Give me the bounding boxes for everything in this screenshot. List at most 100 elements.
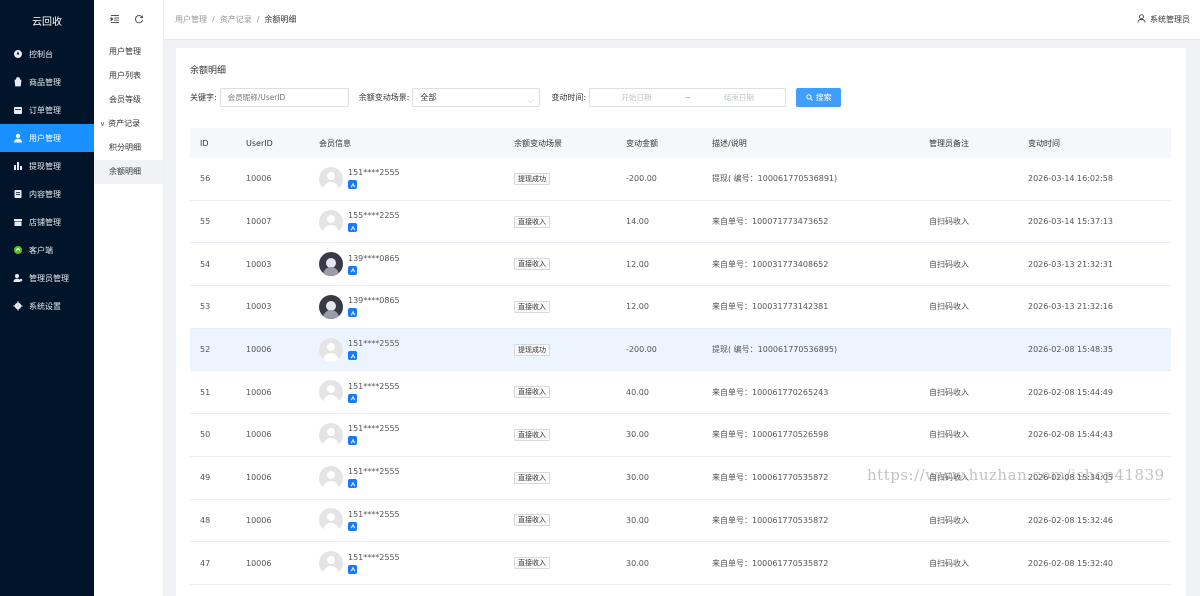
cell-id: 52: [200, 345, 211, 355]
table-row[interactable]: 47 10006 151****2555 直接收入 30.00 来自单号：10006177…: [190, 542, 1171, 585]
start-date-input[interactable]: 开始日期: [590, 92, 683, 103]
member-info: 151****2555: [348, 382, 400, 403]
scene-tag: 提现成功: [514, 343, 550, 356]
submenu-group[interactable]: ∨ 资产记录: [94, 112, 163, 136]
sidebar-item[interactable]: 提现管理: [0, 152, 94, 180]
table-row[interactable]: 55 10007 155****2255 直接收入 14.00 来自单号：10007177…: [190, 201, 1171, 244]
cell-time: 2026-03-14 16:02:58: [1028, 174, 1113, 184]
cell-time: 2026-02-08 15:32:46: [1028, 515, 1113, 525]
submenu-item[interactable]: 积分明细: [94, 136, 163, 160]
cell-member: 139****0865: [319, 252, 514, 277]
sidebar-item[interactable]: 内容管理: [0, 180, 94, 208]
cell-id: 48: [200, 515, 211, 525]
table-row[interactable]: 53 10003 139****0865 直接收入 12.00 来自单号：10003177…: [190, 286, 1171, 329]
sidebar-item[interactable]: 用户管理: [0, 124, 94, 152]
sidebar-item[interactable]: 店铺管理: [0, 208, 94, 236]
sidebar-item[interactable]: 商品管理: [0, 68, 94, 96]
cell-userid: 10003: [246, 302, 272, 312]
cell-time: 2026-02-08 15:48:35: [1028, 345, 1113, 355]
cell-member: 151****2555: [319, 465, 514, 490]
collapse-menu-icon[interactable]: [110, 14, 120, 26]
member-info: 151****2555: [348, 510, 400, 531]
shop-icon: [13, 217, 23, 227]
member-phone: 139****0865: [348, 296, 400, 306]
header: 用户管理 / 资产记录 / 余额明细 系统管理员: [164, 0, 1200, 40]
cell-userid: 10006: [246, 430, 272, 440]
member-phone: 151****2555: [348, 424, 400, 434]
cell-time: 2026-03-14 15:37:13: [1028, 217, 1113, 227]
app-store-icon: [348, 479, 357, 489]
cell-amount: 30.00: [626, 430, 649, 440]
sidebar-item[interactable]: 控制台: [0, 40, 94, 68]
table-row[interactable]: 54 10003 139****0865 直接收入 12.00 来自单号：10003177…: [190, 243, 1171, 287]
scene-tag: 直接收入: [514, 215, 550, 228]
cell-admin-note: 自扫码收入: [929, 558, 969, 568]
search-button[interactable]: 搜索: [796, 87, 842, 107]
submenu-item[interactable]: 用户列表: [94, 64, 163, 88]
sidebar-item-label: 店铺管理: [29, 217, 61, 227]
cell-description: 来自单号：100031773142381: [712, 302, 829, 312]
app-store-icon: [348, 564, 357, 574]
refresh-icon[interactable]: [134, 14, 144, 26]
submenu-item[interactable]: 会员等级: [94, 88, 163, 112]
avatar: [319, 422, 343, 447]
cell-description: 来自单号：100031773408652: [712, 259, 829, 269]
cell-description: 来自单号：100071773473652: [712, 217, 829, 227]
breadcrumb-item[interactable]: 用户管理: [175, 15, 207, 24]
column-header-description: 描述/说明: [712, 138, 747, 148]
breadcrumb-item[interactable]: 资产记录: [220, 15, 252, 24]
sidebar-item-label: 内容管理: [29, 189, 61, 199]
app-store-icon: [348, 521, 357, 531]
keyword-input[interactable]: [219, 87, 349, 107]
sidebar-item[interactable]: 系统设置: [0, 292, 94, 320]
end-date-input[interactable]: 结束日期: [693, 92, 786, 103]
search-icon: [805, 93, 813, 101]
table-row[interactable]: 48 10006 151****2555 直接收入 30.00 来自单号：10006177…: [190, 500, 1171, 543]
cell-description: 来自单号：100061770526598: [712, 430, 829, 440]
avatar: [319, 551, 343, 576]
submenu: 用户管理用户列表会员等级 ∨ 资产记录 积分明细 余额明细: [94, 0, 164, 596]
table-row[interactable]: 50 10006 151****2555 直接收入 30.00 来自单号：10006177…: [190, 414, 1171, 457]
table-row[interactable]: 51 10006 151****2555 直接收入 40.00 来自单号：10006177…: [190, 371, 1171, 415]
cell-description: 来自单号：100061770265243: [712, 387, 829, 397]
column-header-time: 变动时间: [1028, 138, 1060, 148]
scene-tag: 直接收入: [514, 258, 550, 271]
cell-admin-note: 自扫码收入: [929, 302, 969, 312]
user-menu[interactable]: 系统管理员: [1137, 14, 1190, 25]
member-phone: 151****2555: [348, 509, 400, 519]
submenu-item[interactable]: 用户管理: [94, 40, 163, 64]
date-range-picker[interactable]: 开始日期 ~ 结束日期: [589, 87, 787, 107]
cell-admin-note: 自扫码收入: [929, 259, 969, 269]
submenu-item[interactable]: 余额明细: [94, 160, 163, 184]
scene-select[interactable]: 全部 ⌵: [412, 87, 541, 107]
cell-admin-note: 自扫码收入: [929, 430, 969, 440]
cell-member: 151****2555: [319, 166, 514, 191]
cell-id: 49: [200, 473, 211, 483]
cell-scene: 提现成功: [514, 172, 626, 185]
cell-id: 53: [200, 302, 211, 312]
table-row[interactable]: 52 10006 151****2555 提现成功 -200.00 提现( 编号：1000…: [190, 328, 1171, 372]
column-header-userid: UserID: [246, 138, 273, 148]
cell-userid: 10006: [246, 515, 272, 525]
app-store-icon: [348, 223, 357, 233]
sidebar-item[interactable]: 订单管理: [0, 96, 94, 124]
search-button-label: 搜索: [815, 92, 832, 102]
table-row[interactable]: 56 10006 151****2555 提现成功 -200.00 提现( 编号：1000…: [190, 158, 1171, 201]
cell-userid: 10006: [246, 473, 272, 483]
cell-time: 2026-03-13 21:32:31: [1028, 259, 1113, 269]
sidebar-item-label: 管理员管理: [29, 273, 69, 283]
member-phone: 139****0865: [348, 253, 400, 263]
app-store-icon: [348, 308, 357, 318]
submenu-list: 用户管理用户列表会员等级 ∨ 资产记录 积分明细 余额明细: [94, 40, 163, 184]
sidebar-nav: 控制台 商品管理 订单管理 用户管理 提现管理内容管理店铺管理客户端管理员管理系统设置: [0, 40, 94, 320]
submenu-item-label: 用户列表: [109, 71, 141, 80]
scene-tag: 直接收入: [514, 300, 550, 313]
chevron-down-icon: ∨: [100, 120, 106, 128]
cell-amount: 40.00: [626, 387, 649, 397]
avatar: [319, 166, 343, 191]
sidebar-item[interactable]: 客户端: [0, 236, 94, 264]
dashboard-icon: [13, 49, 23, 59]
cell-id: 47: [200, 558, 211, 568]
sidebar-item[interactable]: 管理员管理: [0, 264, 94, 292]
cell-admin-note: 自扫码收入: [929, 217, 969, 227]
